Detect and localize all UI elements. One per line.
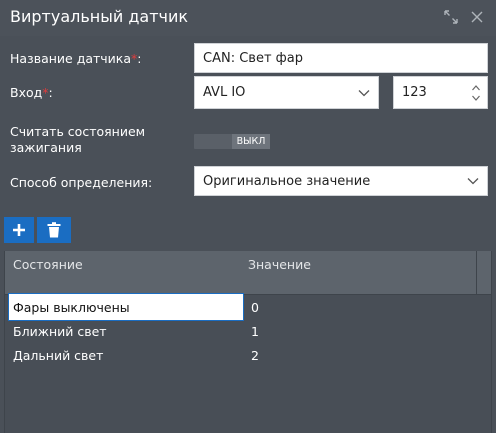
trash-icon [47, 222, 61, 238]
close-icon [471, 11, 483, 23]
chevron-down-icon [467, 167, 479, 195]
expand-icon [444, 10, 458, 24]
plus-icon [13, 224, 25, 236]
table-cell-value[interactable]: 0 [251, 300, 259, 315]
method-label: Способ определения: [10, 175, 153, 190]
ignition-label: Считать состоянием зажигания [10, 124, 145, 156]
ignition-label-line1: Считать состоянием [10, 124, 146, 139]
states-table: Состояние Значение 0 Ближний свет 1 Даль… [4, 251, 492, 433]
table-cell-state[interactable]: Дальний свет [13, 348, 103, 363]
state-edit-input[interactable] [13, 299, 239, 315]
chevron-down-icon [358, 77, 370, 108]
expand-button[interactable] [442, 8, 460, 26]
column-header-state[interactable]: Состояние [13, 257, 83, 272]
table-cell-state[interactable]: Ближний свет [13, 324, 107, 339]
sensor-name-label-text: Название датчика [10, 51, 131, 66]
label-colon: : [137, 51, 142, 66]
add-row-button[interactable] [4, 217, 34, 243]
input-select-value: AVL IO [203, 85, 246, 100]
delete-row-button[interactable] [37, 217, 71, 243]
table-cell-value[interactable]: 1 [251, 324, 259, 339]
input-select[interactable]: AVL IO [194, 76, 379, 109]
input-number-field[interactable] [393, 76, 488, 109]
input-label: Вход*: [10, 85, 53, 101]
table-cell-value[interactable]: 2 [251, 348, 259, 363]
window-title: Виртуальный датчик [10, 7, 189, 26]
close-button[interactable] [468, 8, 486, 26]
sensor-name-field[interactable] [194, 43, 488, 73]
input-label-text: Вход [10, 85, 43, 100]
input-number-input[interactable] [402, 85, 479, 100]
sensor-name-input[interactable] [203, 50, 479, 66]
ignition-toggle[interactable]: ВЫКЛ [194, 134, 270, 149]
method-select[interactable]: Оригинальное значение [194, 166, 488, 196]
method-select-value: Оригинальное значение [203, 173, 371, 189]
table-header: Состояние Значение [5, 251, 491, 295]
table-row-state-editor[interactable] [8, 293, 244, 321]
spinner-arrows-icon[interactable] [471, 81, 481, 105]
column-header-value[interactable]: Значение [248, 257, 311, 272]
column-divider [476, 251, 477, 295]
ignition-toggle-knob: ВЫКЛ [232, 134, 270, 149]
label-colon: : [48, 85, 53, 100]
ignition-label-line2: зажигания [10, 140, 82, 155]
window-titlebar: Виртуальный датчик [0, 0, 496, 36]
sensor-name-label: Название датчика*: [10, 51, 141, 67]
